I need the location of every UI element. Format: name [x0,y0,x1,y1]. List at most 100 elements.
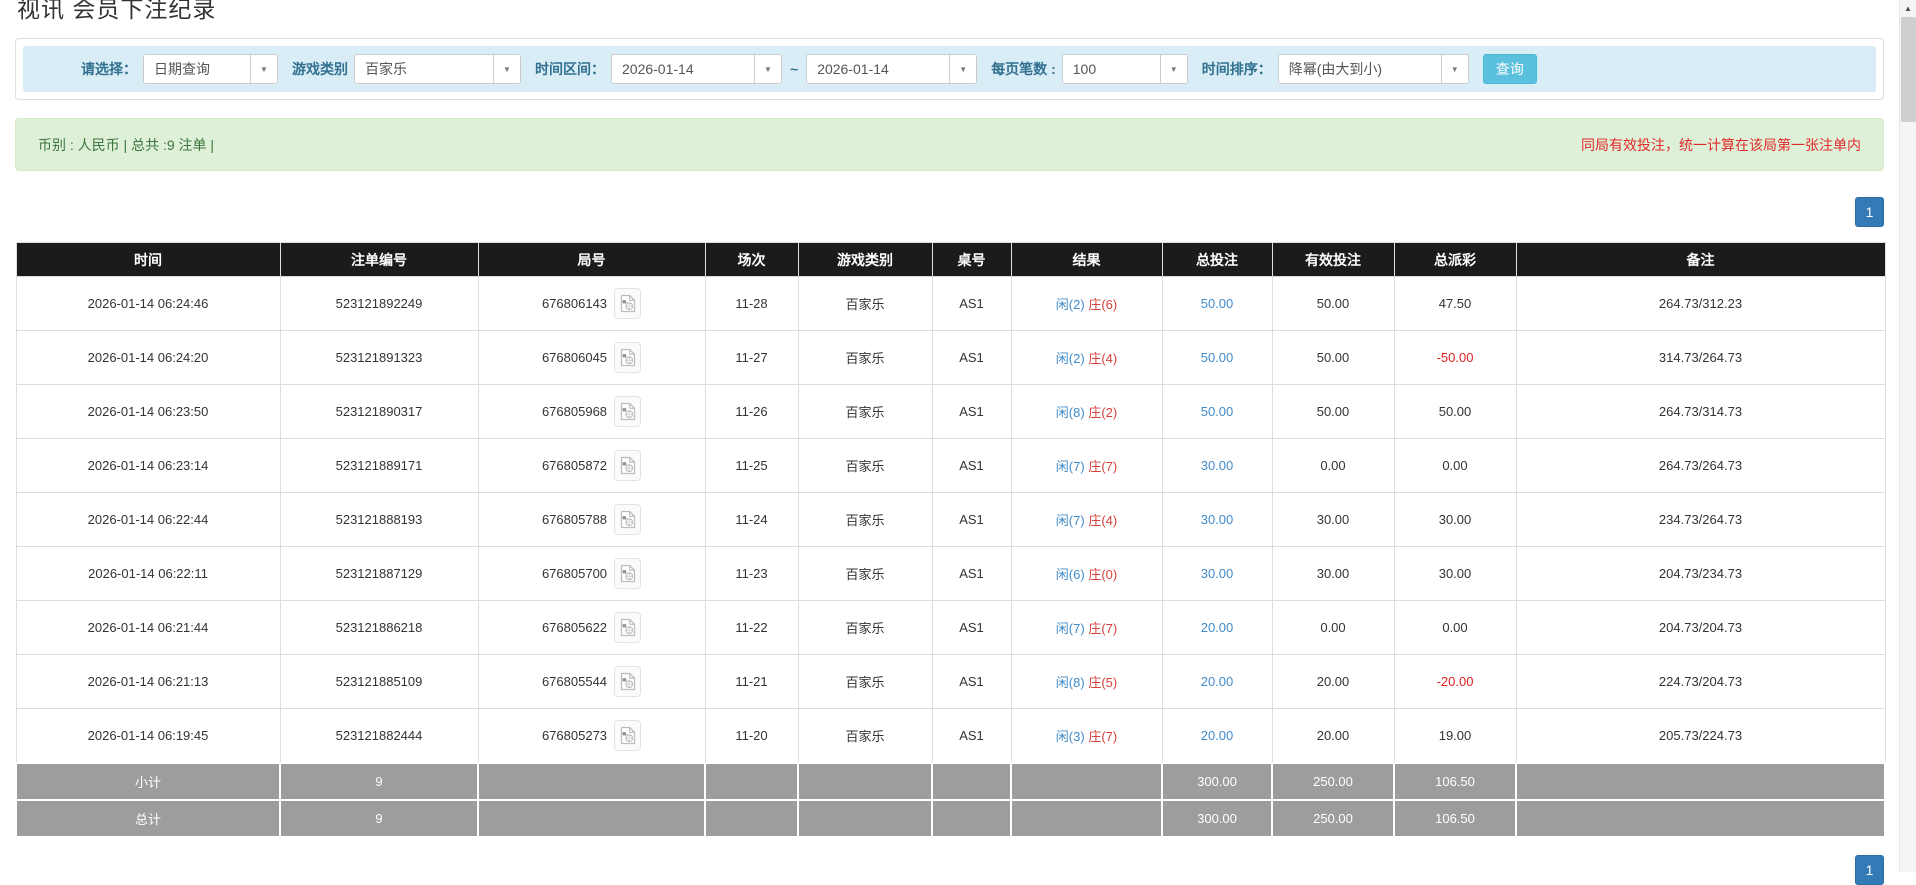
cell-game-type: 百家乐 [797,546,933,601]
cell-table-no: AS1 [931,438,1012,493]
cell-remark: 264.73/312.23 [1515,276,1886,331]
cell-session: 11-26 [704,384,799,439]
date-to-select[interactable]: 2026-01-14 ▼ [806,54,978,84]
vertical-scrollbar[interactable]: ▲ [1899,0,1916,872]
sum-payout: 106.50 [1393,761,1517,801]
cell-remark: 264.73/314.73 [1515,384,1886,439]
sort-order-label: 时间排序： [1201,61,1272,77]
cell-payout: 47.50 [1393,276,1517,331]
result-banker: 庄(4) [1088,513,1118,528]
query-type-label: 请选择： [81,61,137,77]
cell-total-bet: 20.00 [1161,654,1273,709]
page-1-button-bottom[interactable]: 1 [1855,854,1884,885]
result-banker: 庄(7) [1088,728,1118,744]
filter-bar: 请选择： 日期查询 ▼ 游戏类别 百家乐 ▼ 时间区间： 2026-01-14 … [23,46,1876,92]
table-row: 2026-01-14 06:21:44 523121886218 676805622… [15,600,1886,655]
date-to-value: 2026-01-14 [817,61,889,77]
video-icon[interactable] [614,504,642,535]
query-type-select[interactable]: 日期查询 ▼ [143,54,278,84]
cell-session: 11-24 [704,492,799,547]
main-content: 视讯 会员下注纪录 请选择： 日期查询 ▼ 游戏类别 百家乐 ▼ 时间区间： 2… [15,0,1886,885]
cell-session: 11-22 [704,600,799,655]
scroll-up-icon[interactable]: ▲ [1900,0,1916,17]
total-bet-link[interactable]: 50.00 [1201,350,1234,365]
col-payout: 总派彩 [1393,242,1517,277]
video-icon[interactable] [614,612,642,643]
date-from-select[interactable]: 2026-01-14 ▼ [611,54,782,84]
cell-round: 676805700 [477,546,706,601]
col-total-bet: 总投注 [1161,242,1273,277]
scrollbar-thumb[interactable] [1901,17,1916,122]
cell-total-bet: 30.00 [1161,438,1273,493]
cell-valid-bet: 50.00 [1271,384,1395,439]
chevron-down-icon[interactable]: ▼ [250,55,277,83]
table-row: 2026-01-14 06:21:13 523121885109 676805544… [15,654,1886,709]
search-button[interactable]: 查询 [1482,54,1537,84]
video-icon[interactable] [614,450,642,481]
cell-total-bet: 50.00 [1161,276,1273,331]
cell-game-type: 百家乐 [797,384,933,439]
cell-round: 676806143 [477,276,706,331]
total-bet-link[interactable]: 50.00 [1201,404,1234,419]
video-icon[interactable] [614,719,642,751]
total-bet-link[interactable]: 20.00 [1201,674,1234,689]
cell-game-type: 百家乐 [797,708,933,763]
table-row: 2026-01-14 06:23:14 523121889171 676805872… [15,438,1886,493]
page-size-value: 100 [1072,61,1097,77]
cell-payout: 30.00 [1393,546,1517,601]
video-icon[interactable] [614,342,642,373]
cell-time: 2026-01-14 06:24:20 [15,330,281,385]
round-number: 676805544 [541,674,608,689]
cell-time: 2026-01-14 06:19:45 [15,708,281,763]
video-icon[interactable] [614,666,642,697]
video-icon[interactable] [614,396,642,427]
total-bet-link[interactable]: 30.00 [1201,566,1234,581]
table-row: 2026-01-14 06:19:45 523121882444 676805273… [15,708,1886,763]
cell-game-type: 百家乐 [797,276,933,331]
page-1-button[interactable]: 1 [1855,197,1884,227]
total-bet-link[interactable]: 20.00 [1201,728,1234,743]
chevron-down-icon[interactable]: ▼ [1440,55,1468,83]
total-bet-link[interactable]: 50.00 [1201,296,1234,311]
game-type-select[interactable]: 百家乐 ▼ [354,54,521,84]
cell-round: 676805622 [477,600,706,655]
result-player: 闲(2) [1055,351,1085,366]
cell-payout: 0.00 [1393,438,1517,493]
table-row: 2026-01-14 06:22:11 523121887129 676805700… [15,546,1886,601]
sum-total-bet: 300.00 [1161,761,1273,801]
cell-session: 11-27 [704,330,799,385]
cell-game-type: 百家乐 [797,330,933,385]
cell-result: 闲(8) 庄(5) [1010,654,1163,709]
page-size-select[interactable]: 100 ▼ [1061,54,1188,84]
chevron-down-icon[interactable]: ▼ [493,55,520,83]
cell-payout: -50.00 [1393,330,1517,385]
cell-session: 11-28 [704,276,799,331]
cell-valid-bet: 50.00 [1271,330,1395,385]
cell-valid-bet: 30.00 [1271,492,1395,547]
cell-round: 676806045 [477,330,706,385]
cell-remark: 204.73/204.73 [1515,600,1886,655]
result-banker: 庄(4) [1088,351,1118,366]
result-player: 闲(7) [1055,621,1085,636]
chevron-down-icon[interactable]: ▼ [1159,55,1187,83]
cell-total-bet: 30.00 [1161,546,1273,601]
col-table-no: 桌号 [931,242,1012,277]
cell-time: 2026-01-14 06:21:13 [15,654,281,709]
result-player: 闲(7) [1055,513,1085,528]
total-bet-link[interactable]: 20.00 [1201,620,1234,635]
total-bet-link[interactable]: 30.00 [1201,512,1234,527]
video-icon[interactable] [614,288,642,319]
bet-records-table: 时间 注单编号 局号 场次 游戏类别 桌号 结果 总投注 有效投注 总派彩 备注… [15,242,1886,838]
chevron-down-icon[interactable]: ▼ [754,55,781,83]
col-session: 场次 [704,242,799,277]
sort-order-select[interactable]: 降幂(由大到小) ▼ [1277,54,1469,84]
video-icon[interactable] [614,558,642,589]
cell-valid-bet: 50.00 [1271,276,1395,331]
cell-time: 2026-01-14 06:24:46 [15,276,281,331]
result-player: 闲(8) [1055,675,1085,690]
game-type-value: 百家乐 [365,61,407,77]
total-row: 总计 9 300.00 250.00 106.50 [15,798,1886,838]
table-header: 时间 注单编号 局号 场次 游戏类别 桌号 结果 总投注 有效投注 总派彩 备注 [15,242,1886,277]
chevron-down-icon[interactable]: ▼ [949,55,976,83]
total-bet-link[interactable]: 30.00 [1201,458,1234,473]
